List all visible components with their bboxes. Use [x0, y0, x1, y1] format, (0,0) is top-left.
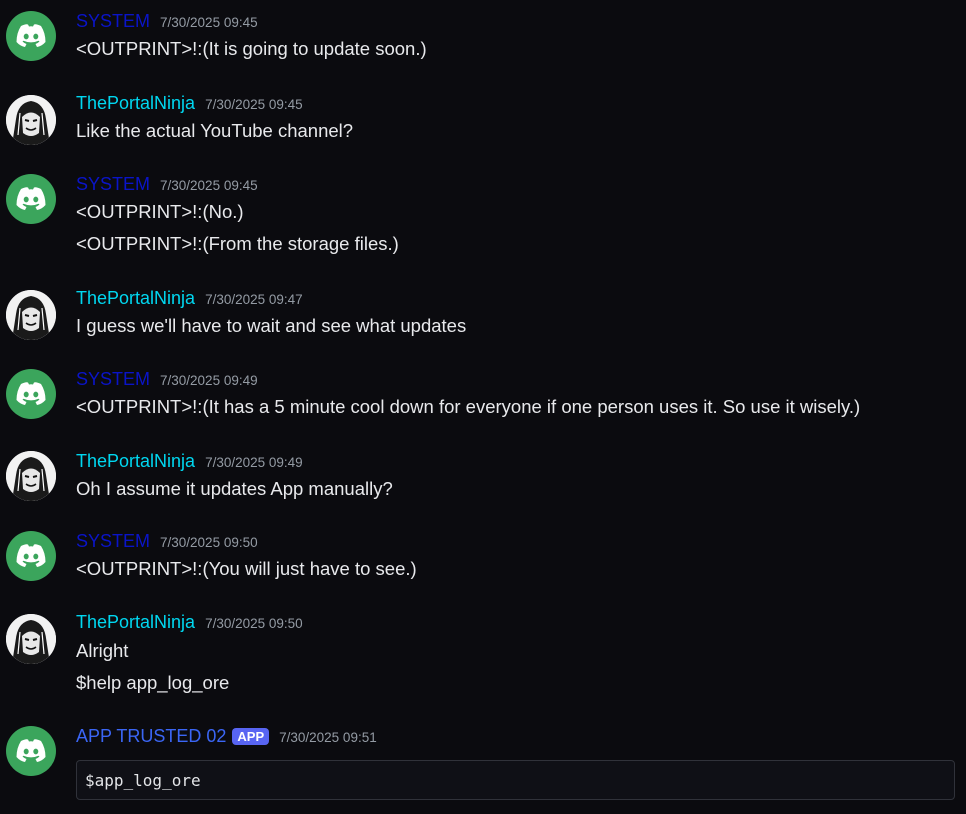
avatar[interactable] [6, 726, 56, 776]
author-name[interactable]: APP TRUSTED 02 [76, 726, 226, 747]
code-block: $app_log_ore [76, 760, 955, 800]
timestamp: 7/30/2025 09:51 [279, 730, 377, 745]
message: APP TRUSTED 02 APP 7/30/2025 09:51 $app_… [0, 0, 966, 814]
discord-logo-icon [16, 739, 46, 762]
app-badge: APP [232, 728, 270, 745]
